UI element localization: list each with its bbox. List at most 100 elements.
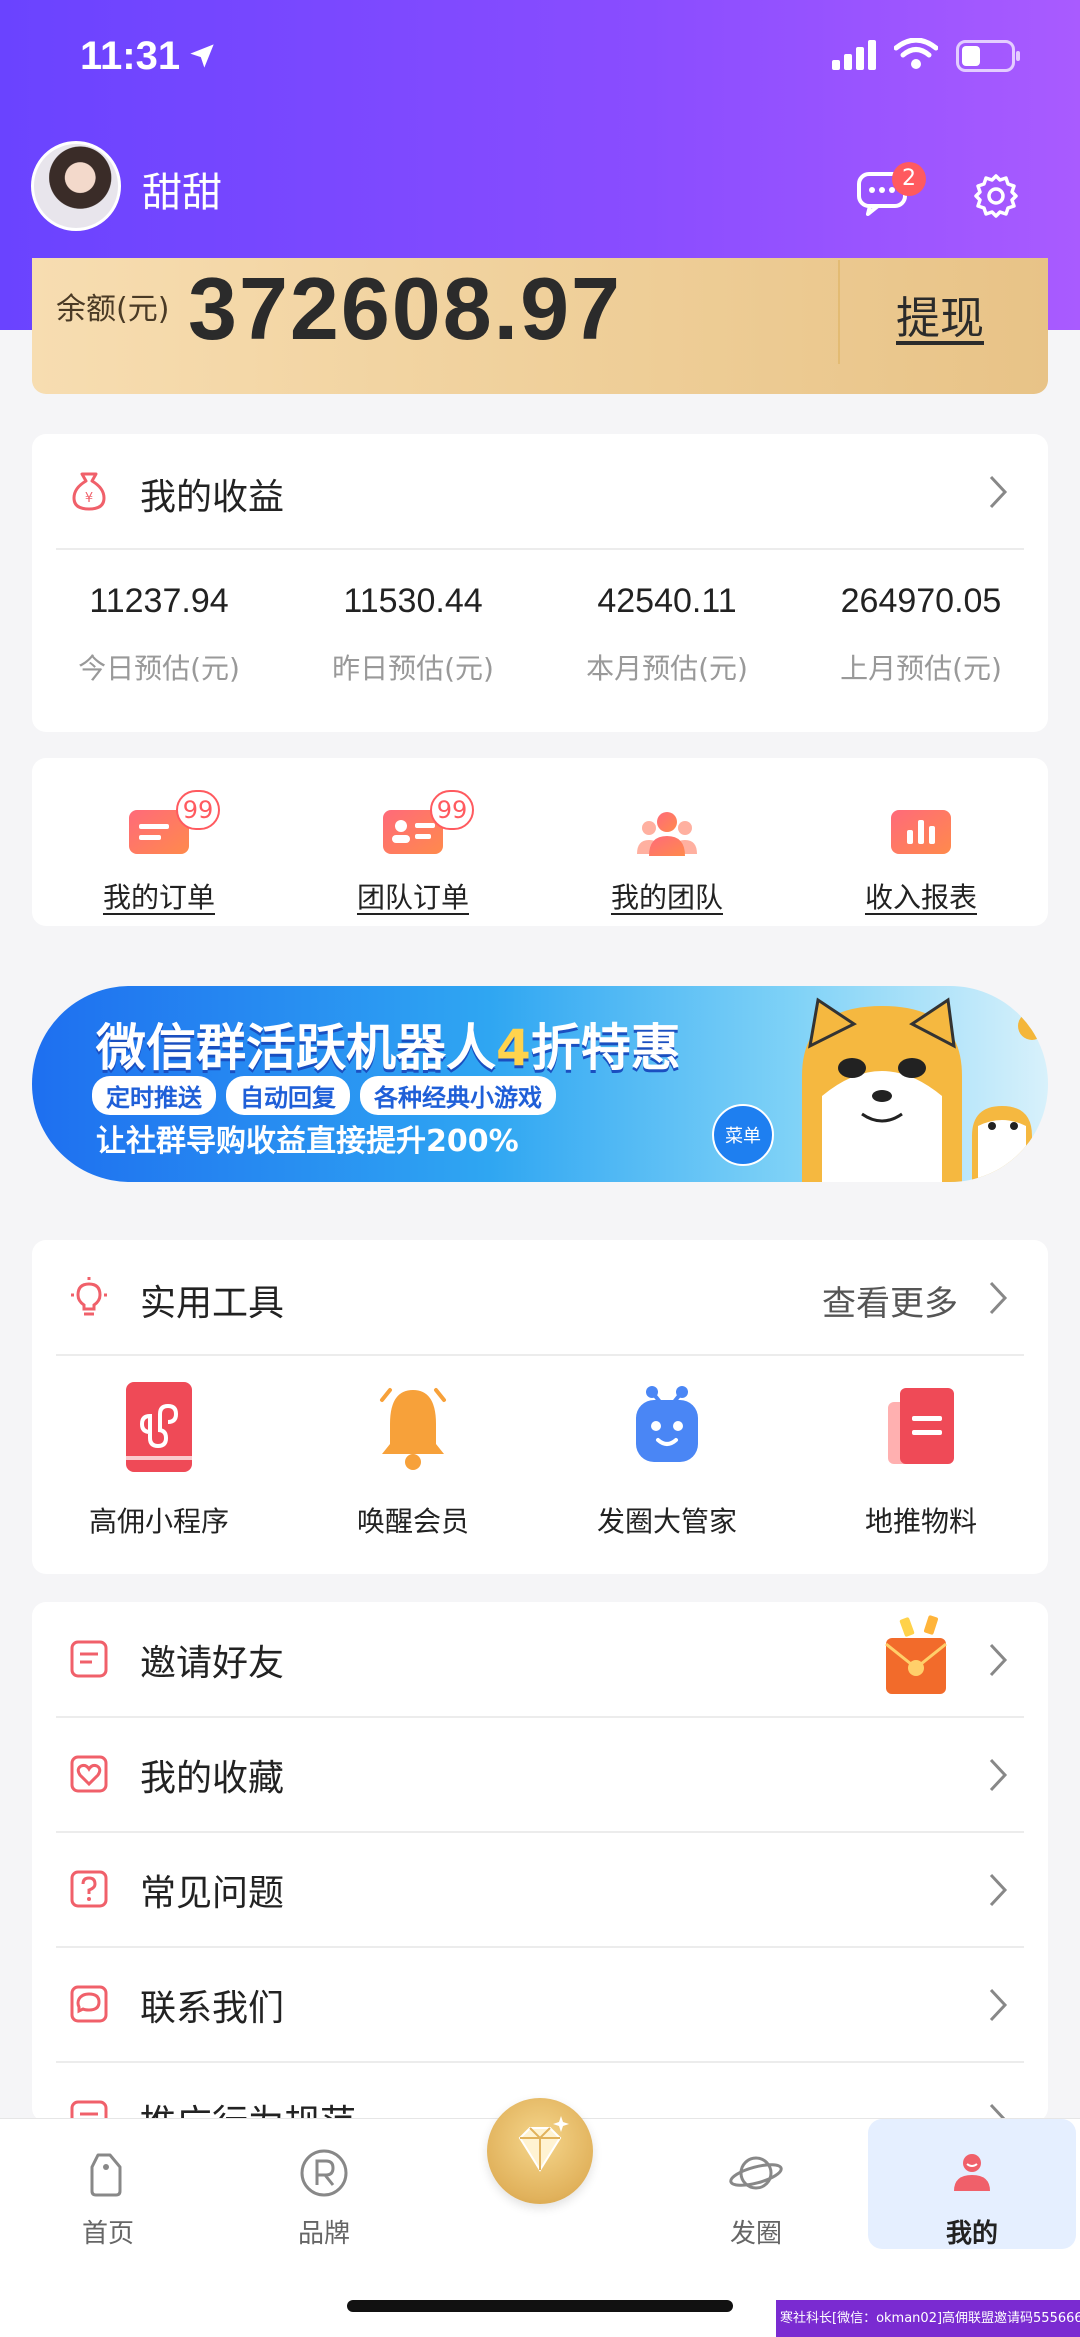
tool-wake-member[interactable]: 唤醒会员 [286,1380,540,1550]
tools-card: 实用工具 查看更多 高佣小程序 唤醒会员 发圈大管家 地推物料 [32,1240,1048,1574]
stat-label: 本月预估(元) [586,652,748,685]
order-badge: 99 [176,790,220,830]
bell-icon [380,1388,446,1470]
avatar[interactable] [31,141,121,231]
miniprogram-icon [126,1382,192,1472]
location-arrow-icon [190,44,214,68]
view-more-link[interactable]: 查看更多 [822,1276,958,1325]
menu-item-favorites[interactable]: 我的收藏 [32,1717,1048,1831]
banner-tags: 定时推送 自动回复 各种经典小游戏 [92,1076,556,1115]
balance-label: 余额(元) [56,292,170,327]
tool-label: 高佣小程序 [88,1505,229,1538]
document-icon [888,1388,954,1464]
team-orders-button[interactable]: 99 团队订单 [286,778,540,918]
orders-card: 99 我的订单 99 团队订单 我的团队 收入报表 [32,758,1048,926]
order-badge: 99 [430,790,474,830]
divider [56,548,1024,550]
banner-tag: 自动回复 [226,1076,350,1115]
robot-icon [636,1386,698,1462]
menu-list: 邀请好友 我的收藏 常见问题 联系我们 [32,1602,1048,2122]
banner-tag: 定时推送 [92,1076,216,1115]
tool-promo-material[interactable]: 地推物料 [794,1380,1048,1550]
tool-label: 地推物料 [864,1505,977,1538]
chevron-right-icon [989,1758,1008,1792]
menu-label: 常见问题 [140,1873,285,1914]
team-icon [637,812,697,856]
red-packet-icon [885,1615,947,1694]
banner-tag: 各种经典小游戏 [360,1076,556,1115]
balance-card: 余额(元) 372608.97 提现 [32,258,1048,394]
tool-label: 唤醒会员 [356,1505,469,1538]
tools-title: 实用工具 [140,1283,285,1324]
chevron-right-icon [989,1643,1008,1677]
banner-title: 微信群活跃机器人4折特惠 [96,1008,681,1080]
tab-label: 首页 [81,2219,134,2249]
menu-label: 邀请好友 [140,1643,285,1684]
tab-brand[interactable]: 品牌 [216,2119,432,2249]
divider [56,1354,1024,1356]
watermark-text: 寒社科长[微信：okman02]高佣联盟邀请码555666 [776,2300,1080,2337]
registered-icon [300,2149,348,2197]
my-team-button[interactable]: 我的团队 [540,778,794,918]
menu-item-faq[interactable]: 常见问题 [32,1832,1048,1946]
money-bag-icon: ¥ [72,472,106,511]
username: 甜甜 [142,170,222,216]
user-icon [954,2154,990,2191]
my-orders-button[interactable]: 99 我的订单 [32,778,286,918]
wifi-icon [894,38,938,69]
tab-moments[interactable]: 发圈 [648,2119,864,2249]
chevron-right-icon [989,1873,1008,1907]
svg-text:¥: ¥ [85,491,93,506]
stat-value: 42540.11 [597,582,737,620]
order-label: 收入报表 [864,881,977,914]
promo-banner[interactable]: 微信群活跃机器人4折特惠 定时推送 自动回复 各种经典小游戏 让社群导购收益直接… [32,986,1048,1182]
stat-value: 264970.05 [840,582,1002,620]
stat-label: 上月预估(元) [840,652,1002,685]
stat-last-month[interactable]: 264970.05 上月预估(元) [794,582,1048,687]
question-icon [70,1870,108,1908]
menu-label: 我的收藏 [140,1758,285,1799]
stat-today[interactable]: 11237.94 今日预估(元) [32,582,286,687]
status-time: 11:31 [80,34,181,78]
tool-miniprogram[interactable]: 高佣小程序 [32,1380,286,1550]
chevron-right-icon [989,475,1008,509]
price-tag-icon [90,2153,122,2197]
settings-gear-icon[interactable] [972,172,1020,220]
lightbulb-icon [71,1277,107,1316]
planet-icon [729,2156,783,2190]
stat-value: 11530.44 [343,582,483,620]
earnings-title: 我的收益 [140,477,285,518]
stat-label: 今日预估(元) [78,652,240,685]
tab-label: 发圈 [729,2219,782,2249]
stat-yesterday[interactable]: 11530.44 昨日预估(元) [286,582,540,687]
order-label: 团队订单 [356,881,469,914]
menu-item-contact-us[interactable]: 联系我们 [32,1947,1048,2061]
bar-chart-icon [891,810,951,854]
stat-value: 11237.94 [89,582,229,620]
menu-label: 联系我们 [140,1988,285,2029]
heart-icon [70,1755,108,1793]
battery-icon [956,40,1020,72]
earnings-header[interactable]: ¥ 我的收益 [32,434,1048,548]
chevron-right-icon [989,1988,1008,2022]
center-diamond-button[interactable] [487,2098,593,2204]
tab-home[interactable]: 首页 [0,2119,216,2249]
menu-item-invite-friends[interactable]: 邀请好友 [32,1602,1048,1716]
income-report-button[interactable]: 收入报表 [794,778,1048,918]
tool-circle-manager[interactable]: 发圈大管家 [540,1380,794,1550]
order-label: 我的团队 [610,881,723,914]
earnings-card: ¥ 我的收益 11237.94 今日预估(元) 11530.44 昨日预估(元)… [32,434,1048,732]
balance-value: 372608.97 [188,259,622,358]
chevron-right-icon [989,1281,1008,1315]
tools-header[interactable]: 实用工具 查看更多 [32,1240,1048,1354]
order-label: 我的订单 [102,881,215,914]
tool-label: 发圈大管家 [596,1505,737,1538]
tab-label: 我的 [945,2219,998,2249]
stat-this-month[interactable]: 42540.11 本月预估(元) [540,582,794,687]
diamond-icon [518,2116,569,2172]
banner-title-highlight: 4 [496,1019,531,1077]
cellular-signal-icon [832,40,876,70]
tab-mine[interactable]: 我的 [868,2119,1076,2249]
withdraw-button[interactable]: 提现 [896,282,984,346]
banner-title-part1: 微信群活跃机器人 [96,1019,496,1077]
